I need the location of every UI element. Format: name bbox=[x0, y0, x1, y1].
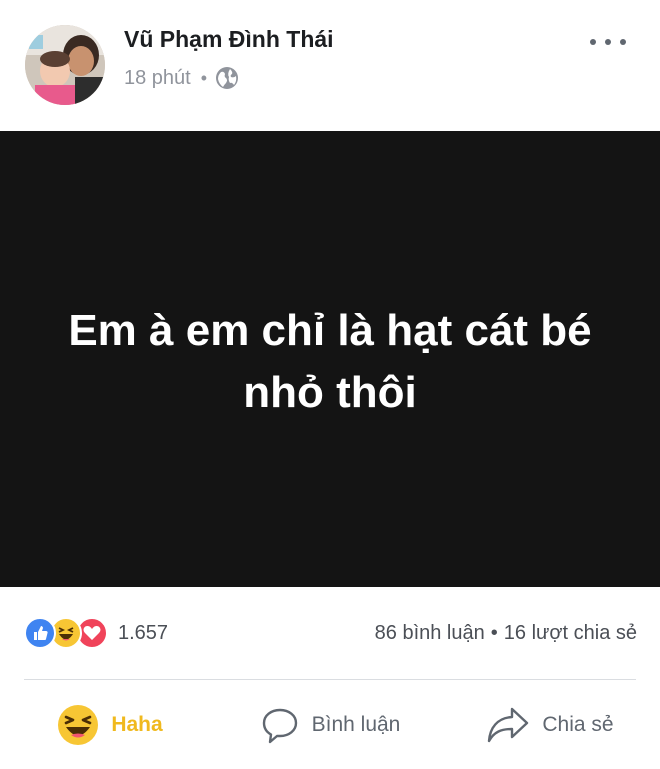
post-content: Em à em chỉ là hạt cát bé nhỏ thôi bbox=[0, 131, 660, 587]
comment-count[interactable]: 86 bình luận bbox=[375, 622, 485, 644]
share-count[interactable]: 16 lượt chia sẻ bbox=[504, 622, 637, 644]
action-bar: Haha Bình luận Chia sẻ bbox=[0, 681, 660, 769]
author-name[interactable]: Vũ Phạm Đình Thái bbox=[124, 26, 334, 53]
globe-icon[interactable] bbox=[215, 66, 239, 90]
comment-icon bbox=[262, 708, 297, 744]
reaction-count: 1.657 bbox=[118, 621, 169, 644]
avatar-photo bbox=[25, 25, 105, 105]
meta-separator: • bbox=[200, 67, 208, 88]
haha-label: Haha bbox=[111, 713, 163, 736]
comment-label: Bình luận bbox=[311, 713, 401, 736]
avatar[interactable] bbox=[25, 25, 105, 105]
comment-button[interactable]: Bình luận bbox=[220, 681, 440, 769]
like-reaction-icon bbox=[24, 617, 56, 649]
share-label: Chia sẻ bbox=[542, 713, 614, 736]
engagement-counts: 86 bình luận • 16 lượt chia sẻ bbox=[375, 622, 637, 645]
divider bbox=[24, 679, 636, 680]
more-options-icon[interactable] bbox=[590, 30, 626, 52]
share-button[interactable]: Chia sẻ bbox=[440, 681, 660, 769]
reactions-bar[interactable]: 1.657 bbox=[24, 617, 168, 649]
share-icon bbox=[488, 707, 529, 743]
post-meta: 18 phút • bbox=[124, 65, 239, 91]
post-header: Vũ Phạm Đình Thái 18 phút • bbox=[0, 0, 660, 131]
haha-emoji-icon bbox=[58, 705, 99, 745]
post-time[interactable]: 18 phút bbox=[124, 67, 191, 90]
post-text: Em à em chỉ là hạt cát bé nhỏ thôi bbox=[68, 306, 592, 417]
reaction-summary: 1.657 86 bình luận • 16 lượt chia sẻ bbox=[0, 605, 660, 661]
count-separator: • bbox=[490, 622, 498, 644]
haha-button[interactable]: Haha bbox=[0, 681, 220, 769]
